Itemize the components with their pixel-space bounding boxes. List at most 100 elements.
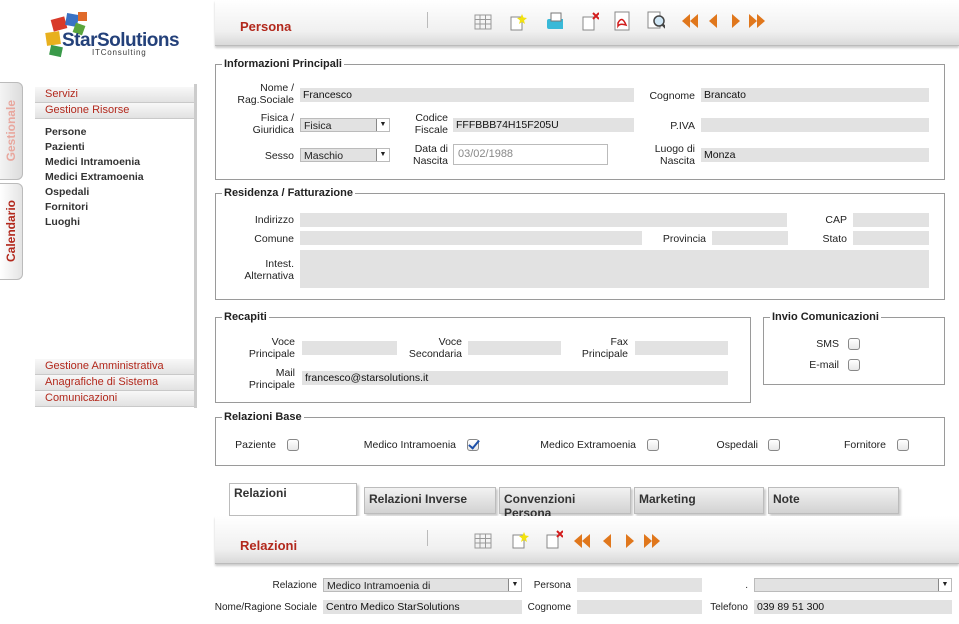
voce-principale-field[interactable]: [302, 341, 397, 355]
paziente-label: Paziente: [235, 439, 276, 451]
fornitore-checkbox[interactable]: [897, 439, 909, 451]
tab-note[interactable]: Note: [768, 487, 899, 514]
first-record-icon[interactable]: [681, 12, 699, 30]
intestazione-textarea[interactable]: [300, 250, 929, 288]
brand-tagline: ITConsulting: [92, 48, 147, 57]
sidebar-gestione-risorse[interactable]: Gestione Risorse: [35, 103, 197, 119]
cognome-field[interactable]: Brancato: [701, 88, 929, 102]
medico-intramoenia-checkbox[interactable]: [467, 439, 479, 451]
relazioni-title: Relazioni: [240, 538, 298, 553]
sidebar-item-persone[interactable]: Persone: [35, 125, 197, 140]
chevron-down-icon: ▼: [376, 149, 389, 161]
voce-secondaria-field[interactable]: [468, 341, 561, 355]
tab-convenzioni-persona[interactable]: Convenzioni Persona: [499, 487, 631, 520]
sidebar-item-medici-intramoenia[interactable]: Medici Intramoenia: [35, 155, 197, 170]
medico-extramoenia-checkbox[interactable]: [647, 439, 659, 451]
previous-record-icon[interactable]: [704, 12, 722, 30]
voce-secondaria-label: Voce Secondaria: [408, 336, 462, 360]
nome-ragione-sociale-label: Nome/Ragione Sociale: [214, 602, 317, 613]
cap-field[interactable]: [853, 213, 929, 227]
sidebar-item-medici-extramoenia[interactable]: Medici Extramoenia: [35, 170, 197, 185]
new-record-icon[interactable]: [511, 531, 529, 549]
sms-checkbox[interactable]: [848, 338, 860, 350]
tab-marketing[interactable]: Marketing: [634, 487, 764, 514]
email-checkbox[interactable]: [848, 359, 860, 371]
indirizzo-label: Indirizzo: [254, 214, 294, 226]
piva-field[interactable]: [701, 118, 929, 132]
luogo-nascita-field[interactable]: Monza: [701, 148, 929, 162]
tab-gestionale[interactable]: Gestionale: [0, 82, 23, 180]
nome-ragione-sociale-field[interactable]: Centro Medico StarSolutions: [323, 600, 522, 614]
previous-record-icon[interactable]: [598, 532, 616, 550]
sidebar-servizi[interactable]: Servizi: [35, 87, 197, 103]
last-record-icon[interactable]: [748, 12, 766, 30]
last-record-icon[interactable]: [643, 532, 661, 550]
codice-fiscale-field[interactable]: FFFBBB74H15F205U: [453, 118, 634, 132]
persona-field[interactable]: [577, 578, 702, 592]
ospedali-label: Ospedali: [716, 439, 758, 451]
page-title: Persona: [240, 19, 292, 34]
dot-label: .: [745, 580, 748, 591]
telefono-field[interactable]: 039 89 51 300: [754, 600, 952, 614]
grid-icon[interactable]: [474, 13, 492, 31]
relazione-select[interactable]: Medico Intramoenia di ▼: [323, 578, 522, 592]
cap-label: CAP: [825, 214, 847, 226]
next-record-icon[interactable]: [621, 532, 639, 550]
sesso-label: Sesso: [264, 150, 294, 162]
sidebar-comunicazioni[interactable]: Comunicazioni: [35, 391, 197, 407]
paziente-checkbox[interactable]: [287, 439, 299, 451]
tipo-select[interactable]: Fisica ▼: [300, 118, 390, 132]
mail-principale-field[interactable]: francesco@starsolutions.it: [302, 371, 728, 385]
tab-relazioni[interactable]: Relazioni: [229, 483, 357, 516]
delete-icon[interactable]: [545, 530, 563, 549]
persona-header: Persona: [215, 0, 959, 46]
sidebar-anagrafiche[interactable]: Anagrafiche di Sistema: [35, 375, 197, 391]
nome-label: Nome / Rag.Sociale: [237, 82, 294, 106]
cognome-rel-field[interactable]: [577, 600, 702, 614]
provincia-field[interactable]: [712, 231, 788, 245]
new-record-icon[interactable]: [509, 13, 527, 31]
email-label: E-mail: [809, 359, 839, 371]
chevron-down-icon: ▼: [938, 579, 951, 591]
sidebar-item-ospedali[interactable]: Ospedali: [35, 185, 197, 200]
data-nascita-input[interactable]: 03/02/1988: [453, 144, 608, 165]
stato-label: Stato: [822, 233, 847, 245]
data-nascita-label: Data di Nascita: [412, 143, 448, 167]
recapiti-section: Recapiti: [215, 311, 751, 403]
sidebar-item-luoghi[interactable]: Luoghi: [35, 215, 197, 230]
medico-intramoenia-label: Medico Intramoenia: [363, 439, 456, 451]
provincia-label: Provincia: [662, 233, 706, 245]
comune-field[interactable]: [300, 231, 642, 245]
medico-extramoenia-label: Medico Extramoenia: [540, 439, 636, 451]
pdf-icon[interactable]: [613, 11, 631, 31]
stato-field[interactable]: [853, 231, 929, 245]
relazioni-header: Relazioni: [215, 516, 959, 564]
save-icon[interactable]: [545, 12, 563, 30]
relazioni-base-legend: Relazioni Base: [224, 411, 302, 423]
relazione-label: Relazione: [272, 580, 317, 591]
fornitore-label: Fornitore: [843, 439, 886, 451]
search-icon[interactable]: [647, 11, 665, 30]
nome-field[interactable]: Francesco: [300, 88, 634, 102]
sidebar-item-pazienti[interactable]: Pazienti: [35, 140, 197, 155]
next-record-icon[interactable]: [727, 12, 745, 30]
cognome-label: Cognome: [649, 90, 695, 102]
first-record-icon[interactable]: [573, 532, 591, 550]
recapiti-legend: Recapiti: [224, 311, 267, 323]
info-principali-legend: Informazioni Principali: [224, 58, 342, 70]
indirizzo-field[interactable]: [300, 213, 787, 227]
persona-label: Persona: [533, 580, 571, 591]
toolbar-separator: [427, 12, 428, 28]
delete-icon[interactable]: [581, 12, 599, 31]
tab-calendario[interactable]: Calendario: [0, 183, 23, 280]
tab-relazioni-inverse[interactable]: Relazioni Inverse: [364, 487, 496, 514]
extra-select[interactable]: ▼: [754, 578, 952, 592]
fax-principale-field[interactable]: [635, 341, 728, 355]
grid-icon[interactable]: [474, 532, 492, 550]
residenza-legend: Residenza / Fatturazione: [224, 187, 353, 199]
sidebar-gestione-amministrativa[interactable]: Gestione Amministrativa: [35, 359, 197, 375]
sesso-select[interactable]: Maschio ▼: [300, 148, 390, 162]
sidebar-item-fornitori[interactable]: Fornitori: [35, 200, 197, 215]
mail-principale-label: Mail Principale: [248, 367, 295, 391]
ospedali-checkbox[interactable]: [768, 439, 780, 451]
